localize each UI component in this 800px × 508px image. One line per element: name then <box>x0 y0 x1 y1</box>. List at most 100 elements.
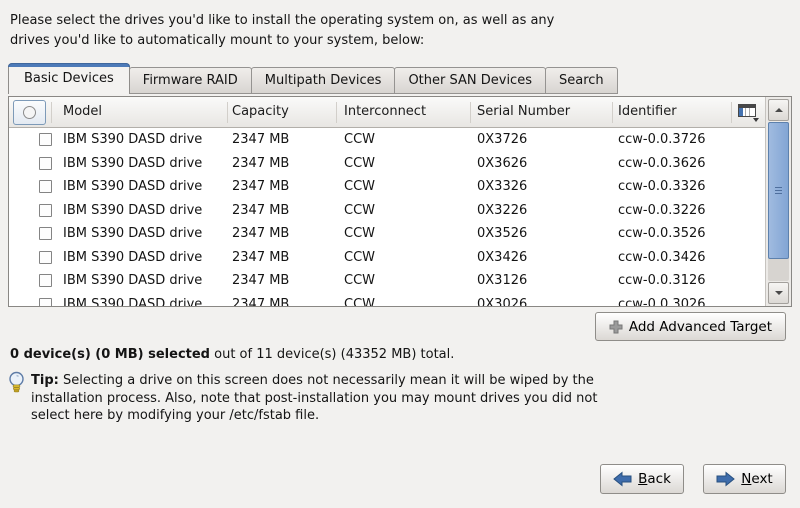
tab-other-san-devices[interactable]: Other SAN Devices <box>394 67 546 94</box>
columns-icon <box>738 104 756 117</box>
table-row[interactable]: IBM S390 DASD drive2347 MBCCW0X3126ccw-0… <box>9 269 765 293</box>
table-row[interactable]: IBM S390 DASD drive2347 MBCCW0X3326ccw-0… <box>9 175 765 199</box>
column-header-capacity[interactable]: Capacity <box>232 97 289 127</box>
cell-interconnect: CCW <box>344 246 375 270</box>
table-body: IBM S390 DASD drive 2347 MB CCW 0X3726 ccw-0… <box>9 128 765 306</box>
cell-serial: 0X3426 <box>477 246 527 270</box>
cell-identifier: ccw-0.0.3526 <box>618 222 706 246</box>
column-header-identifier[interactable]: Identifier <box>618 97 677 127</box>
intro-line-2: drives you'd like to automatically mount… <box>10 31 554 51</box>
cell-model: IBM S390 DASD drive <box>63 269 202 293</box>
add-advanced-target-button[interactable]: Add Advanced Target <box>595 312 786 341</box>
intro-text: Please select the drives you'd like to i… <box>10 11 554 51</box>
next-rest: ext <box>751 471 772 487</box>
tip-line-1-text: Selecting a drive on this screen does no… <box>59 373 594 388</box>
back-button-label: Back <box>638 471 671 487</box>
scroll-up-button[interactable] <box>768 99 789 121</box>
cell-identifier: ccw-0.0.3226 <box>618 199 706 223</box>
cell-identifier: ccw-0.0.3126 <box>618 269 706 293</box>
table-row[interactable]: IBM S390 DASD drive2347 MBCCW0X3626ccw-0… <box>9 152 765 176</box>
column-header-model[interactable]: Model <box>63 97 102 127</box>
header-separator <box>227 102 228 123</box>
next-button[interactable]: Next <box>703 464 786 494</box>
tip-label: Tip: <box>31 373 59 388</box>
header-separator <box>336 102 337 123</box>
cell-serial: 0X3726 <box>477 128 527 152</box>
intro-line-1: Please select the drives you'd like to i… <box>10 11 554 31</box>
table-row[interactable]: IBM S390 DASD drive2347 MBCCW0X3226ccw-0… <box>9 199 765 223</box>
arrow-right-icon <box>716 471 735 487</box>
cell-interconnect: CCW <box>344 293 375 307</box>
cell-capacity: 2347 MB <box>232 293 289 307</box>
chevron-down-icon <box>753 118 759 122</box>
tip-text: Tip: Selecting a drive on this screen do… <box>31 372 597 425</box>
row-checkbox[interactable] <box>39 133 52 146</box>
tab-firmware-raid[interactable]: Firmware RAID <box>129 67 252 94</box>
row-checkbox[interactable] <box>39 227 52 240</box>
vertical-scrollbar[interactable] <box>765 97 791 306</box>
cell-model: IBM S390 DASD drive <box>63 152 202 176</box>
header-separator <box>470 102 471 123</box>
row-checkbox[interactable] <box>39 204 52 217</box>
back-rest: ack <box>647 471 671 487</box>
cell-capacity: 2347 MB <box>232 246 289 270</box>
column-chooser-button[interactable] <box>731 97 765 128</box>
table-row[interactable]: IBM S390 DASD drive 2347 MB CCW 0X3426 ccw-0… <box>9 246 765 270</box>
cell-identifier: ccw-0.0.3326 <box>618 175 706 199</box>
toggle-circle-icon <box>23 106 36 119</box>
row-checkbox[interactable] <box>39 180 52 193</box>
tip-line-1: Tip: Selecting a drive on this screen do… <box>31 372 597 390</box>
tab-basic-devices[interactable]: Basic Devices <box>8 63 130 94</box>
row-checkbox[interactable] <box>39 251 52 264</box>
table-row[interactable]: IBM S390 DASD drive 2347 MB CCW 0X3726 ccw-0… <box>9 128 765 152</box>
column-header-interconnect[interactable]: Interconnect <box>344 97 426 127</box>
cell-model: IBM S390 DASD drive <box>63 128 202 152</box>
row-checkbox[interactable] <box>39 298 52 307</box>
tab-bar: Basic DevicesFirmware RAIDMultipath Devi… <box>8 63 617 94</box>
cell-serial: 0X3126 <box>477 269 527 293</box>
select-all-toggle-button[interactable] <box>13 100 46 125</box>
table-row[interactable]: IBM S390 DASD drive 2347 MB CCW 0X3026 ccw-0… <box>9 293 765 307</box>
plus-icon <box>609 320 623 334</box>
row-checkbox[interactable] <box>39 274 52 287</box>
tip-line-3: select here by modifying your /etc/fstab… <box>31 407 597 425</box>
status-selected-part: 0 device(s) (0 MB) selected <box>10 347 210 362</box>
tip-line-2: installation process. Also, note that po… <box>31 390 597 408</box>
header-separator <box>51 102 52 123</box>
cell-serial: 0X3226 <box>477 199 527 223</box>
cell-interconnect: CCW <box>344 128 375 152</box>
cell-capacity: 2347 MB <box>232 128 289 152</box>
back-mnemonic: B <box>638 471 647 487</box>
cell-capacity: 2347 MB <box>232 222 289 246</box>
cell-model: IBM S390 DASD drive <box>63 293 202 307</box>
cell-capacity: 2347 MB <box>232 152 289 176</box>
arrow-left-icon <box>613 471 632 487</box>
cell-serial: 0X3626 <box>477 152 527 176</box>
table-row[interactable]: IBM S390 DASD drive2347 MBCCW0X3526ccw-0… <box>9 222 765 246</box>
header-separator <box>612 102 613 123</box>
cell-interconnect: CCW <box>344 152 375 176</box>
tab-search[interactable]: Search <box>545 67 618 94</box>
install-drive-selection-screen: Please select the drives you'd like to i… <box>0 0 800 508</box>
cell-serial: 0X3026 <box>477 293 527 307</box>
row-checkbox[interactable] <box>39 157 52 170</box>
cell-identifier: ccw-0.0.3726 <box>618 128 706 152</box>
tab-multipath-devices[interactable]: Multipath Devices <box>251 67 396 94</box>
scrollbar-track[interactable] <box>768 122 789 281</box>
cell-model: IBM S390 DASD drive <box>63 246 202 270</box>
device-table: Model Capacity Interconnect Serial Numbe… <box>8 96 792 307</box>
cell-model: IBM S390 DASD drive <box>63 175 202 199</box>
scroll-down-button[interactable] <box>768 282 789 304</box>
back-button[interactable]: Back <box>600 464 684 494</box>
cell-model: IBM S390 DASD drive <box>63 199 202 223</box>
cell-interconnect: CCW <box>344 222 375 246</box>
cell-serial: 0X3526 <box>477 222 527 246</box>
cell-identifier: ccw-0.0.3026 <box>618 293 706 307</box>
column-header-serial[interactable]: Serial Number <box>477 97 570 127</box>
add-advanced-target-label: Add Advanced Target <box>629 319 772 335</box>
cell-capacity: 2347 MB <box>232 199 289 223</box>
lightbulb-icon <box>8 371 25 395</box>
cell-identifier: ccw-0.0.3426 <box>618 246 706 270</box>
cell-serial: 0X3326 <box>477 175 527 199</box>
scrollbar-thumb[interactable] <box>768 122 789 259</box>
